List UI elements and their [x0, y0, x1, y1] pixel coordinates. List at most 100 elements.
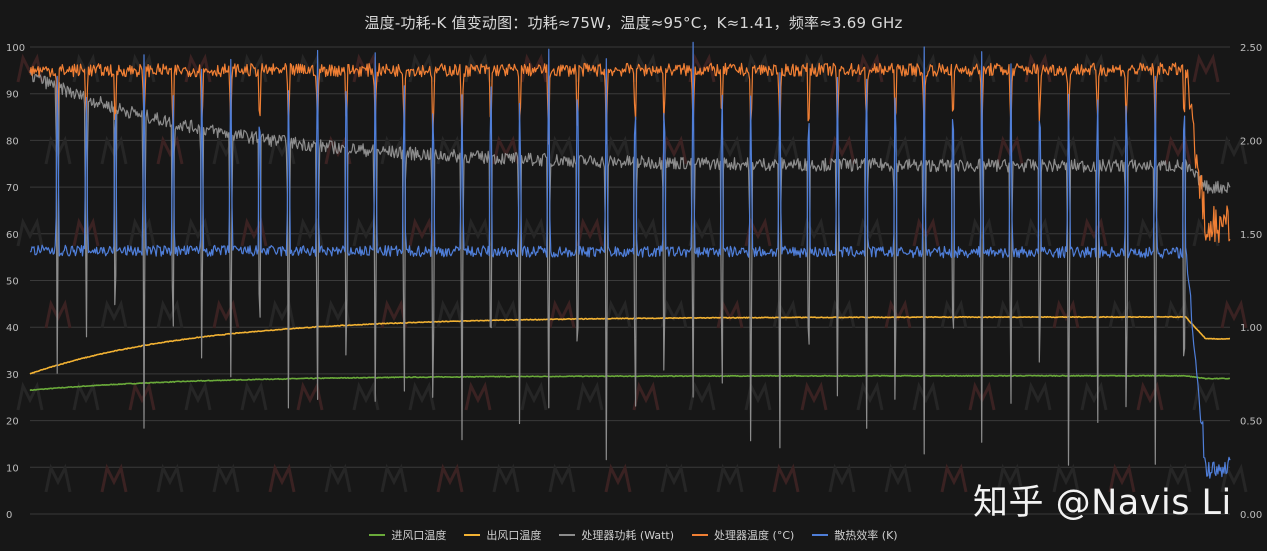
stylized-m-logo-icon	[828, 463, 856, 493]
left-tick-label: 30	[6, 370, 19, 381]
right-tick-label: 1.00	[1240, 323, 1262, 334]
watermark-text: 知乎 @Navis Li	[973, 483, 1232, 523]
stylized-m-logo-icon	[772, 463, 800, 493]
stylized-m-logo-icon	[632, 381, 660, 411]
left-tick-label: 0	[6, 510, 12, 521]
left-tick-label: 60	[6, 230, 19, 241]
stylized-m-logo-icon	[660, 299, 688, 329]
stylized-m-logo-icon	[212, 135, 240, 165]
stylized-m-logo-icon	[16, 217, 44, 247]
stylized-m-logo-icon	[492, 463, 520, 493]
stylized-m-logo-icon	[184, 217, 212, 247]
stylized-m-logo-icon	[72, 381, 100, 411]
stylized-m-logo-icon	[352, 381, 380, 411]
left-tick-label: 50	[6, 277, 19, 288]
legend-label-cputemp: 处理器温度 (°C)	[714, 529, 795, 542]
left-tick-label: 100	[6, 43, 25, 54]
series-line	[29, 62, 1231, 243]
stylized-m-logo-icon	[408, 381, 436, 411]
right-tick-label: 2.50	[1240, 43, 1262, 54]
stylized-m-logo-icon	[1080, 381, 1108, 411]
stylized-m-logo-icon	[548, 463, 576, 493]
stylized-m-logo-icon	[436, 135, 464, 165]
legend-swatch-outlet	[464, 534, 481, 536]
legend-swatch-efficiency	[812, 534, 829, 536]
legend-label-power: 处理器功耗 (Watt)	[581, 529, 675, 542]
stylized-m-logo-icon	[464, 381, 492, 411]
right-tick-label: 0.00	[1240, 510, 1262, 521]
stylized-m-logo-icon	[268, 463, 296, 493]
stylized-m-logo-icon	[856, 381, 884, 411]
left-tick-label: 40	[6, 323, 19, 334]
stylized-m-logo-icon	[1136, 217, 1164, 247]
series-layer	[29, 41, 1231, 479]
legend-label-efficiency: 散热效率 (K)	[834, 529, 898, 542]
stylized-m-logo-icon	[1024, 381, 1052, 411]
stylized-m-logo-icon	[100, 299, 128, 329]
stylized-m-logo-icon	[828, 299, 856, 329]
stylized-m-logo-icon	[884, 463, 912, 493]
stylized-m-logo-icon	[604, 463, 632, 493]
stylized-m-logo-icon	[128, 381, 156, 411]
stylized-m-logo-icon	[968, 217, 996, 247]
right-tick-label: 0.50	[1240, 417, 1262, 428]
stylized-m-logo-icon	[660, 463, 688, 493]
stylized-m-logo-icon	[156, 463, 184, 493]
stylized-m-logo-icon	[324, 463, 352, 493]
line-chart: 0 10 20 30 40 50 60 70 80 90 100 0.00 0.50 1.00 1.50 2…	[6, 41, 1262, 521]
stylized-m-logo-icon	[436, 299, 464, 329]
stylized-m-logo-icon	[44, 463, 72, 493]
stylized-m-logo-icon	[464, 217, 492, 247]
stylized-m-logo-icon	[856, 217, 884, 247]
left-axis-ticks: 0 10 20 30 40 50 60 70 80 90 100	[6, 43, 25, 521]
stylized-m-logo-icon	[912, 381, 940, 411]
left-tick-label: 80	[6, 136, 19, 147]
stylized-m-logo-icon	[240, 381, 268, 411]
stylized-m-logo-icon	[520, 217, 548, 247]
legend-label-inlet: 进风口温度	[391, 529, 447, 542]
stylized-m-logo-icon	[1052, 299, 1080, 329]
legend-item-cpu-temp[interactable]: 处理器温度 (°C)	[692, 527, 794, 543]
legend-swatch-cputemp	[692, 534, 709, 536]
stylized-m-logo-icon	[1080, 217, 1108, 247]
stylized-m-logo-icon	[884, 299, 912, 329]
legend-item-inlet-temp[interactable]: 进风口温度	[369, 527, 446, 543]
right-tick-label: 2.00	[1240, 136, 1262, 147]
right-tick-label: 1.50	[1240, 230, 1262, 241]
left-tick-label: 90	[6, 90, 19, 101]
left-tick-label: 10	[6, 463, 19, 474]
stylized-m-logo-icon	[632, 217, 660, 247]
stylized-m-logo-icon	[100, 463, 128, 493]
stylized-m-logo-icon	[772, 299, 800, 329]
stylized-m-logo-icon	[296, 381, 324, 411]
stylized-m-logo-icon	[156, 135, 184, 165]
stylized-m-logo-icon	[240, 217, 268, 247]
stylized-m-logo-icon	[520, 381, 548, 411]
stylized-m-logo-icon	[716, 463, 744, 493]
stylized-m-logo-icon	[436, 463, 464, 493]
legend-item-efficiency[interactable]: 散热效率 (K)	[812, 527, 898, 543]
left-tick-label: 20	[6, 417, 19, 428]
legend-item-outlet-temp[interactable]: 出风口温度	[464, 527, 541, 543]
stylized-m-logo-icon	[576, 217, 604, 247]
stylized-m-logo-icon	[548, 299, 576, 329]
chart-title: 温度-功耗-K 值变动图：功耗≈75W，温度≈95°C，K≈1.41，频率≈3.…	[364, 14, 903, 32]
stylized-m-logo-icon	[156, 299, 184, 329]
stylized-m-logo-icon	[800, 381, 828, 411]
stylized-m-logo-icon	[1192, 381, 1220, 411]
stylized-m-logo-icon	[1136, 381, 1164, 411]
stylized-m-logo-icon	[184, 381, 212, 411]
stylized-m-logo-icon	[744, 381, 772, 411]
stylized-m-logo-icon	[408, 217, 436, 247]
legend-swatch-power	[559, 534, 576, 536]
stylized-m-logo-icon	[1192, 53, 1220, 83]
legend-item-cpu-power[interactable]: 处理器功耗 (Watt)	[559, 527, 674, 543]
stylized-m-logo-icon	[940, 463, 968, 493]
series-line	[29, 41, 1231, 479]
grid-layer	[30, 46, 1230, 515]
stylized-m-logo-icon	[212, 299, 240, 329]
left-tick-label: 70	[6, 183, 19, 194]
stylized-m-logo-icon	[800, 217, 828, 247]
stylized-m-logo-icon	[268, 299, 296, 329]
series-line	[29, 374, 1231, 392]
